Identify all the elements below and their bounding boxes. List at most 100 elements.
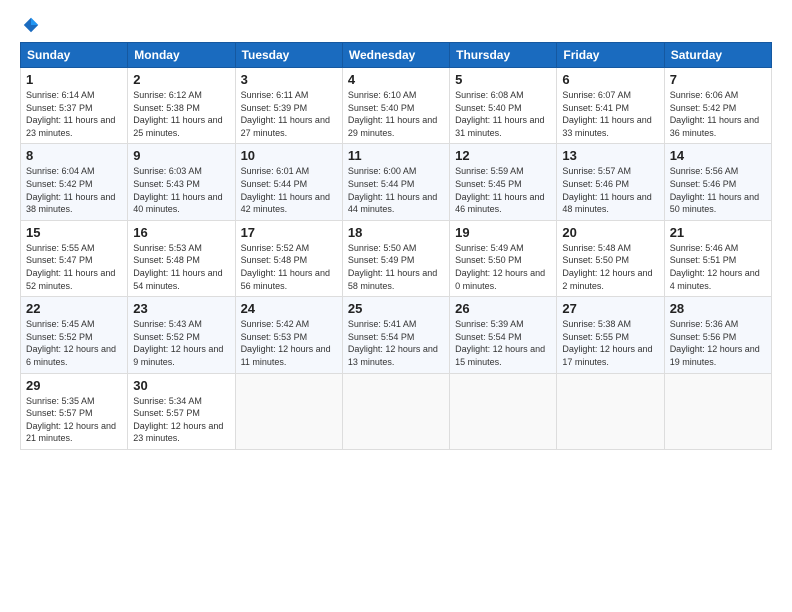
table-row: 17Sunrise: 5:52 AM Sunset: 5:48 PM Dayli… (235, 220, 342, 296)
day-info: Sunrise: 5:57 AM Sunset: 5:46 PM Dayligh… (562, 165, 658, 215)
day-number: 24 (241, 301, 337, 316)
day-info: Sunrise: 5:50 AM Sunset: 5:49 PM Dayligh… (348, 242, 444, 292)
col-thursday: Thursday (450, 43, 557, 68)
day-info: Sunrise: 6:06 AM Sunset: 5:42 PM Dayligh… (670, 89, 766, 139)
day-number: 10 (241, 148, 337, 163)
table-row: 7 Sunrise: 6:06 AM Sunset: 5:42 PM Daylig… (664, 68, 771, 144)
table-row (342, 373, 449, 449)
day-number: 9 (133, 148, 229, 163)
table-row: 6 Sunrise: 6:07 AM Sunset: 5:41 PM Daylig… (557, 68, 664, 144)
day-number: 17 (241, 225, 337, 240)
day-info: Sunrise: 6:04 AM Sunset: 5:42 PM Dayligh… (26, 165, 122, 215)
day-info: Sunrise: 5:43 AM Sunset: 5:52 PM Dayligh… (133, 318, 229, 368)
day-number: 6 (562, 72, 658, 87)
col-friday: Friday (557, 43, 664, 68)
table-row: 15 Sunrise: 5:55 AM Sunset: 5:47 PM Dayli… (21, 220, 128, 296)
calendar: Sunday Monday Tuesday Wednesday Thursday… (20, 42, 772, 450)
day-number: 2 (133, 72, 229, 87)
table-row: 27 Sunrise: 5:38 AM Sunset: 5:55 PM Dayli… (557, 297, 664, 373)
col-wednesday: Wednesday (342, 43, 449, 68)
table-row: 8 Sunrise: 6:04 AM Sunset: 5:42 PM Daylig… (21, 144, 128, 220)
day-info: Sunrise: 5:36 AM Sunset: 5:56 PM Dayligh… (670, 318, 766, 368)
day-info: Sunrise: 6:01 AM Sunset: 5:44 PM Dayligh… (241, 165, 337, 215)
table-row (450, 373, 557, 449)
table-row: 26 Sunrise: 5:39 AM Sunset: 5:54 PM Dayli… (450, 297, 557, 373)
table-row: 21 Sunrise: 5:46 AM Sunset: 5:51 PM Dayli… (664, 220, 771, 296)
day-info: Sunrise: 6:00 AM Sunset: 5:44 PM Dayligh… (348, 165, 444, 215)
table-row (235, 373, 342, 449)
table-row (557, 373, 664, 449)
table-row: 12 Sunrise: 5:59 AM Sunset: 5:45 PM Dayli… (450, 144, 557, 220)
day-number: 19 (455, 225, 551, 240)
day-info: Sunrise: 6:10 AM Sunset: 5:40 PM Dayligh… (348, 89, 444, 139)
day-number: 29 (26, 378, 122, 393)
day-info: Sunrise: 6:08 AM Sunset: 5:40 PM Dayligh… (455, 89, 551, 139)
table-row: 30Sunrise: 5:34 AM Sunset: 5:57 PM Dayli… (128, 373, 235, 449)
table-row: 3 Sunrise: 6:11 AM Sunset: 5:39 PM Daylig… (235, 68, 342, 144)
day-number: 12 (455, 148, 551, 163)
day-info: Sunrise: 5:38 AM Sunset: 5:55 PM Dayligh… (562, 318, 658, 368)
day-number: 11 (348, 148, 444, 163)
table-row: 28 Sunrise: 5:36 AM Sunset: 5:56 PM Dayli… (664, 297, 771, 373)
day-number: 3 (241, 72, 337, 87)
table-row: 14 Sunrise: 5:56 AM Sunset: 5:46 PM Dayli… (664, 144, 771, 220)
day-number: 27 (562, 301, 658, 316)
logo (20, 16, 40, 34)
day-info: Sunrise: 5:49 AM Sunset: 5:50 PM Dayligh… (455, 242, 551, 292)
day-info: Sunrise: 5:35 AM Sunset: 5:57 PM Dayligh… (26, 395, 122, 445)
table-row: 19 Sunrise: 5:49 AM Sunset: 5:50 PM Dayli… (450, 220, 557, 296)
day-info: Sunrise: 6:12 AM Sunset: 5:38 PM Dayligh… (133, 89, 229, 139)
day-info: Sunrise: 5:48 AM Sunset: 5:50 PM Dayligh… (562, 242, 658, 292)
table-row: 16 Sunrise: 5:53 AM Sunset: 5:48 PM Dayli… (128, 220, 235, 296)
day-info: Sunrise: 5:46 AM Sunset: 5:51 PM Dayligh… (670, 242, 766, 292)
day-info: Sunrise: 6:11 AM Sunset: 5:39 PM Dayligh… (241, 89, 337, 139)
day-number: 30 (133, 378, 229, 393)
table-row: 25 Sunrise: 5:41 AM Sunset: 5:54 PM Dayli… (342, 297, 449, 373)
day-number: 4 (348, 72, 444, 87)
day-number: 16 (133, 225, 229, 240)
day-info: Sunrise: 6:07 AM Sunset: 5:41 PM Dayligh… (562, 89, 658, 139)
table-row: 4 Sunrise: 6:10 AM Sunset: 5:40 PM Daylig… (342, 68, 449, 144)
col-sunday: Sunday (21, 43, 128, 68)
table-row: 11 Sunrise: 6:00 AM Sunset: 5:44 PM Dayli… (342, 144, 449, 220)
day-number: 20 (562, 225, 658, 240)
table-row: 20 Sunrise: 5:48 AM Sunset: 5:50 PM Dayli… (557, 220, 664, 296)
day-info: Sunrise: 5:55 AM Sunset: 5:47 PM Dayligh… (26, 242, 122, 292)
table-row: 13 Sunrise: 5:57 AM Sunset: 5:46 PM Dayli… (557, 144, 664, 220)
day-info: Sunrise: 5:42 AM Sunset: 5:53 PM Dayligh… (241, 318, 337, 368)
header (20, 16, 772, 34)
table-row: 10 Sunrise: 6:01 AM Sunset: 5:44 PM Dayli… (235, 144, 342, 220)
day-number: 15 (26, 225, 122, 240)
day-info: Sunrise: 6:14 AM Sunset: 5:37 PM Dayligh… (26, 89, 122, 139)
day-number: 7 (670, 72, 766, 87)
table-row: 24 Sunrise: 5:42 AM Sunset: 5:53 PM Dayli… (235, 297, 342, 373)
table-row: 18 Sunrise: 5:50 AM Sunset: 5:49 PM Dayli… (342, 220, 449, 296)
day-number: 13 (562, 148, 658, 163)
day-number: 28 (670, 301, 766, 316)
table-row (664, 373, 771, 449)
day-info: Sunrise: 5:53 AM Sunset: 5:48 PM Dayligh… (133, 242, 229, 292)
day-number: 21 (670, 225, 766, 240)
day-number: 26 (455, 301, 551, 316)
day-info: Sunrise: 5:41 AM Sunset: 5:54 PM Dayligh… (348, 318, 444, 368)
logo-icon (22, 16, 40, 34)
table-row: 2 Sunrise: 6:12 AM Sunset: 5:38 PM Daylig… (128, 68, 235, 144)
day-number: 25 (348, 301, 444, 316)
page: Sunday Monday Tuesday Wednesday Thursday… (0, 0, 792, 612)
table-row: 22Sunrise: 5:45 AM Sunset: 5:52 PM Dayli… (21, 297, 128, 373)
table-row: 1Sunrise: 6:14 AM Sunset: 5:37 PM Daylig… (21, 68, 128, 144)
day-info: Sunrise: 6:03 AM Sunset: 5:43 PM Dayligh… (133, 165, 229, 215)
day-info: Sunrise: 5:59 AM Sunset: 5:45 PM Dayligh… (455, 165, 551, 215)
col-monday: Monday (128, 43, 235, 68)
day-number: 8 (26, 148, 122, 163)
day-number: 22 (26, 301, 122, 316)
col-tuesday: Tuesday (235, 43, 342, 68)
table-row: 29 Sunrise: 5:35 AM Sunset: 5:57 PM Dayli… (21, 373, 128, 449)
table-row: 5 Sunrise: 6:08 AM Sunset: 5:40 PM Daylig… (450, 68, 557, 144)
calendar-header-row: Sunday Monday Tuesday Wednesday Thursday… (21, 43, 772, 68)
day-info: Sunrise: 5:39 AM Sunset: 5:54 PM Dayligh… (455, 318, 551, 368)
day-number: 14 (670, 148, 766, 163)
day-info: Sunrise: 5:56 AM Sunset: 5:46 PM Dayligh… (670, 165, 766, 215)
day-number: 18 (348, 225, 444, 240)
day-number: 5 (455, 72, 551, 87)
